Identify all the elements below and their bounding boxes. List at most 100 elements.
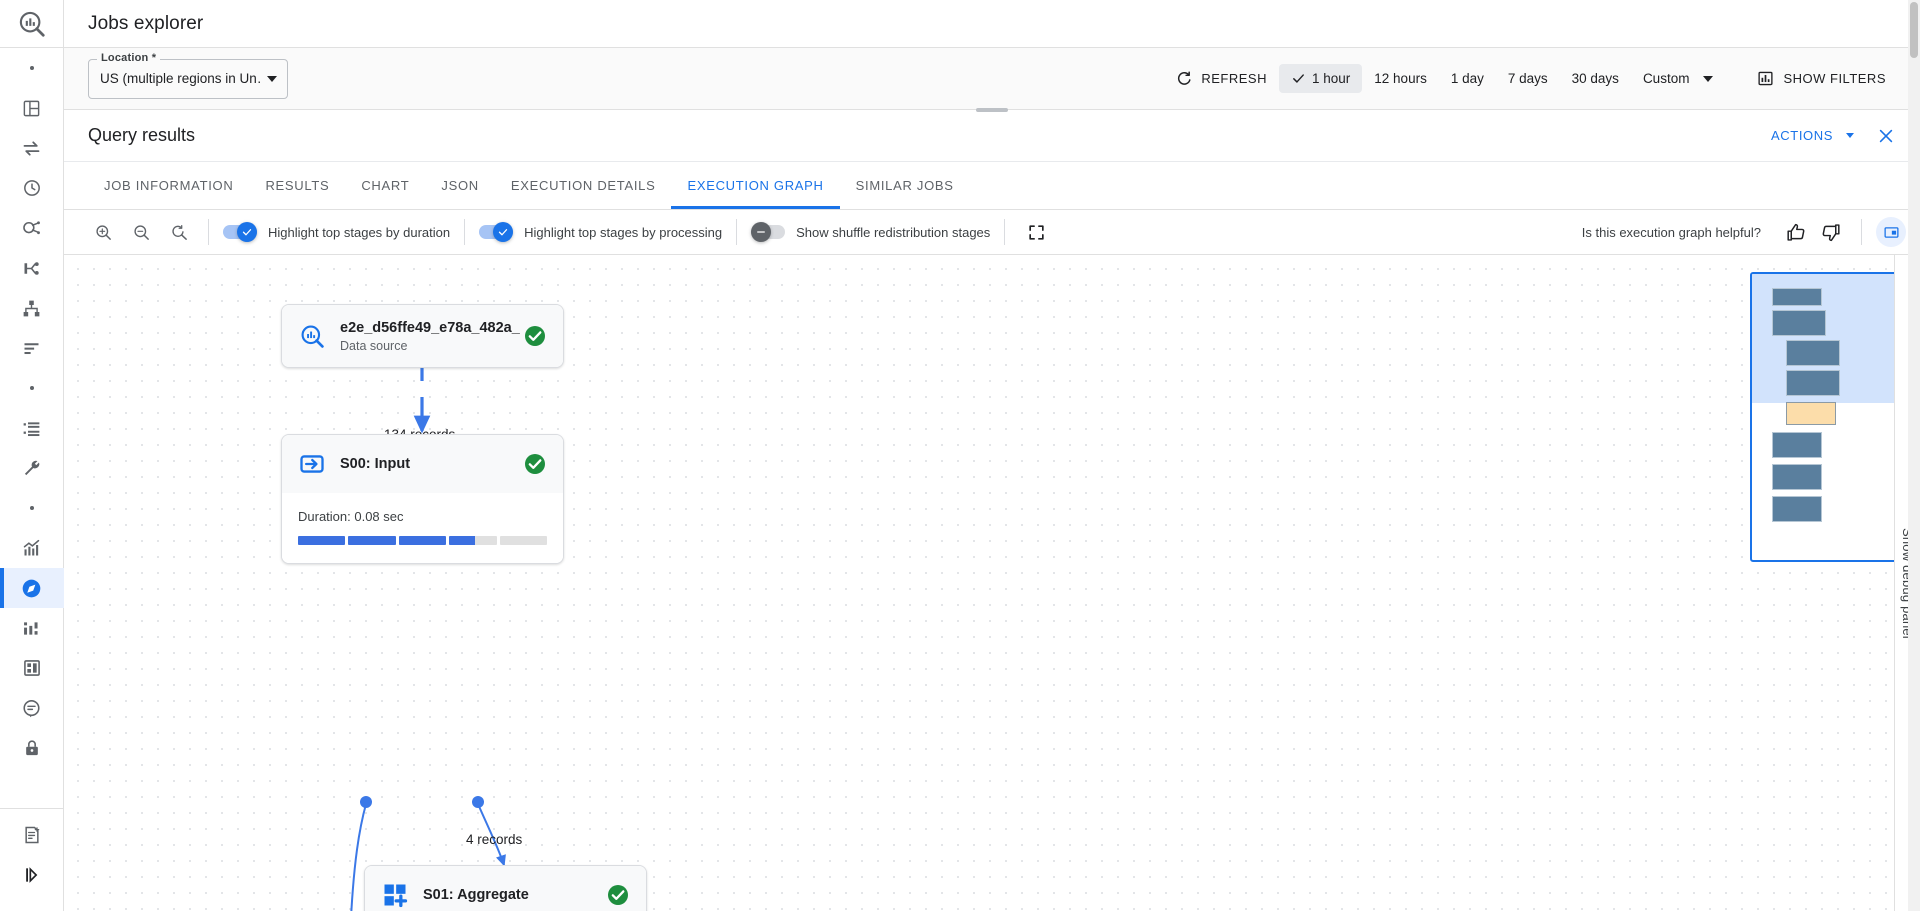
custom-range-button[interactable]: Custom bbox=[1631, 64, 1726, 93]
range-button-7-days[interactable]: 7 days bbox=[1496, 64, 1560, 93]
time-range-controls: REFRESH 1 hour 12 hours 1 day 7 days 30 … bbox=[1164, 64, 1896, 93]
fullscreen-button[interactable] bbox=[1021, 217, 1051, 247]
fullscreen-icon bbox=[1027, 223, 1046, 242]
range-button-30-days[interactable]: 30 days bbox=[1560, 64, 1631, 93]
list-bullets-icon bbox=[21, 418, 42, 439]
chevron-down-icon bbox=[267, 76, 277, 82]
hierarchy-icon bbox=[21, 298, 42, 319]
refresh-button[interactable]: REFRESH bbox=[1164, 64, 1279, 93]
sidebar-item-capacity-management[interactable] bbox=[0, 648, 64, 688]
query-scissors-icon bbox=[21, 218, 42, 239]
left-navigation-rail bbox=[0, 0, 64, 911]
sidebar-item-disaster-recovery[interactable] bbox=[0, 688, 64, 728]
rail-bottom-items bbox=[0, 802, 64, 911]
sidebar-item-slot-estimator[interactable] bbox=[0, 608, 64, 648]
toggle-highlight-duration[interactable]: Highlight top stages by duration bbox=[223, 225, 450, 240]
toggle-switch[interactable] bbox=[479, 225, 513, 239]
main-area: Jobs explorer Location * US (multiple re… bbox=[64, 0, 1920, 911]
sidebar-item-scheduled-queries[interactable] bbox=[0, 168, 64, 208]
range-label: 7 days bbox=[1508, 71, 1548, 86]
toggle-show-shuffle[interactable]: Show shuffle redistribution stages bbox=[751, 225, 990, 240]
show-filters-button[interactable]: SHOW FILTERS bbox=[1747, 64, 1896, 93]
layout-panel-icon bbox=[22, 99, 41, 118]
side-panel-icon bbox=[1883, 224, 1900, 241]
duration-bar bbox=[298, 536, 547, 545]
sidebar-item-data-transfers[interactable] bbox=[0, 128, 64, 168]
filter-bar: Location * US (multiple regions in Un…) … bbox=[64, 48, 1920, 110]
custom-label: Custom bbox=[1643, 71, 1690, 86]
execution-graph-canvas[interactable]: e2e_d56ffe49_e78a_482a_ Data source 134 … bbox=[64, 255, 1920, 911]
range-label: 12 hours bbox=[1374, 71, 1427, 86]
location-select[interactable]: Location * US (multiple regions in Un…) bbox=[88, 59, 288, 99]
toggle-highlight-duration-group: Highlight top stages by duration bbox=[209, 210, 464, 255]
toggle-switch[interactable] bbox=[751, 225, 785, 239]
close-button[interactable] bbox=[1876, 126, 1896, 146]
sort-lines-icon bbox=[21, 338, 42, 359]
node-title: S01: Aggregate bbox=[423, 887, 529, 903]
node-s01-aggregate[interactable]: S01: Aggregate Duration: 0.07 sec bbox=[364, 865, 647, 911]
release-notes-icon bbox=[22, 825, 42, 845]
scrollbar-thumb[interactable] bbox=[1910, 2, 1918, 58]
sidebar-item-studio[interactable] bbox=[0, 88, 64, 128]
query-results-header: Query results ACTIONS bbox=[64, 110, 1920, 162]
sidebar-item-policy-tags[interactable] bbox=[0, 728, 64, 768]
range-button-12-hours[interactable]: 12 hours bbox=[1362, 64, 1439, 93]
sidebar-item-release-notes[interactable] bbox=[0, 815, 64, 855]
toggle-switch[interactable] bbox=[223, 225, 257, 239]
range-button-1-day[interactable]: 1 day bbox=[1439, 64, 1496, 93]
sidebar-item-dot-2[interactable] bbox=[0, 368, 64, 408]
bigquery-logo-icon[interactable] bbox=[0, 0, 64, 48]
range-button-1-hour[interactable]: 1 hour bbox=[1279, 64, 1362, 93]
check-circle-icon bbox=[523, 324, 547, 348]
node-duration: Duration: 0.08 sec bbox=[298, 509, 547, 524]
tab-json[interactable]: JSON bbox=[425, 162, 494, 209]
sidebar-item-dot-3[interactable] bbox=[0, 488, 64, 528]
refresh-icon bbox=[1176, 70, 1193, 87]
expand-panel-icon bbox=[22, 865, 42, 885]
sidebar-item-dataform[interactable] bbox=[0, 248, 64, 288]
toggle-highlight-processing-group: Highlight top stages by processing bbox=[465, 210, 736, 255]
node-titles: S01: Aggregate bbox=[423, 886, 592, 904]
location-label: Location * bbox=[97, 52, 160, 64]
graph-minimap[interactable] bbox=[1750, 272, 1900, 562]
tab-execution-graph[interactable]: EXECUTION GRAPH bbox=[671, 162, 839, 209]
sidebar-item-reservations[interactable] bbox=[0, 408, 64, 448]
dashboard-icon bbox=[22, 658, 42, 678]
zoom-reset-button[interactable] bbox=[164, 217, 194, 247]
side-panel-button[interactable] bbox=[1876, 217, 1906, 247]
sidebar-item-expand-nav[interactable] bbox=[0, 855, 64, 895]
tab-chart[interactable]: CHART bbox=[345, 162, 425, 209]
node-s00-input[interactable]: S00: Input Duration: 0.08 sec bbox=[281, 434, 564, 564]
zoom-out-button[interactable] bbox=[126, 217, 156, 247]
actions-button[interactable]: ACTIONS bbox=[1771, 128, 1854, 143]
query-results-title: Query results bbox=[88, 125, 195, 146]
bar-blocks-icon bbox=[21, 618, 42, 639]
check-icon bbox=[241, 226, 253, 238]
thumb-down-button[interactable] bbox=[1813, 215, 1847, 249]
sidebar-item-jobs-explorer[interactable] bbox=[0, 568, 64, 608]
dot-icon bbox=[30, 386, 34, 390]
sidebar-item-administration[interactable] bbox=[0, 448, 64, 488]
bar-segment bbox=[449, 536, 496, 545]
sidebar-item-analytics-hub[interactable] bbox=[0, 208, 64, 248]
tab-similar-jobs[interactable]: SIMILAR JOBS bbox=[840, 162, 970, 209]
zoom-in-button[interactable] bbox=[88, 217, 118, 247]
sidebar-item-dot-1[interactable] bbox=[0, 48, 64, 88]
tab-results[interactable]: RESULTS bbox=[249, 162, 345, 209]
node-titles: e2e_d56ffe49_e78a_482a_ Data source bbox=[340, 319, 509, 353]
sidebar-item-data-lineage[interactable] bbox=[0, 288, 64, 328]
thumb-up-button[interactable] bbox=[1779, 215, 1813, 249]
page-scrollbar[interactable] bbox=[1908, 0, 1920, 911]
tab-execution-details[interactable]: EXECUTION DETAILS bbox=[495, 162, 672, 209]
thumb-up-icon bbox=[1786, 222, 1807, 243]
sidebar-item-monitoring[interactable] bbox=[0, 528, 64, 568]
resize-handle[interactable] bbox=[976, 108, 1008, 112]
node-data-source[interactable]: e2e_d56ffe49_e78a_482a_ Data source bbox=[281, 304, 564, 368]
show-filters-label: SHOW FILTERS bbox=[1783, 71, 1886, 86]
input-arrow-icon bbox=[298, 450, 326, 478]
toggle-highlight-processing[interactable]: Highlight top stages by processing bbox=[479, 225, 722, 240]
actions-label: ACTIONS bbox=[1771, 128, 1833, 143]
sidebar-item-data-policies[interactable] bbox=[0, 328, 64, 368]
tab-label: JSON bbox=[441, 178, 478, 193]
tab-job-information[interactable]: JOB INFORMATION bbox=[88, 162, 249, 209]
